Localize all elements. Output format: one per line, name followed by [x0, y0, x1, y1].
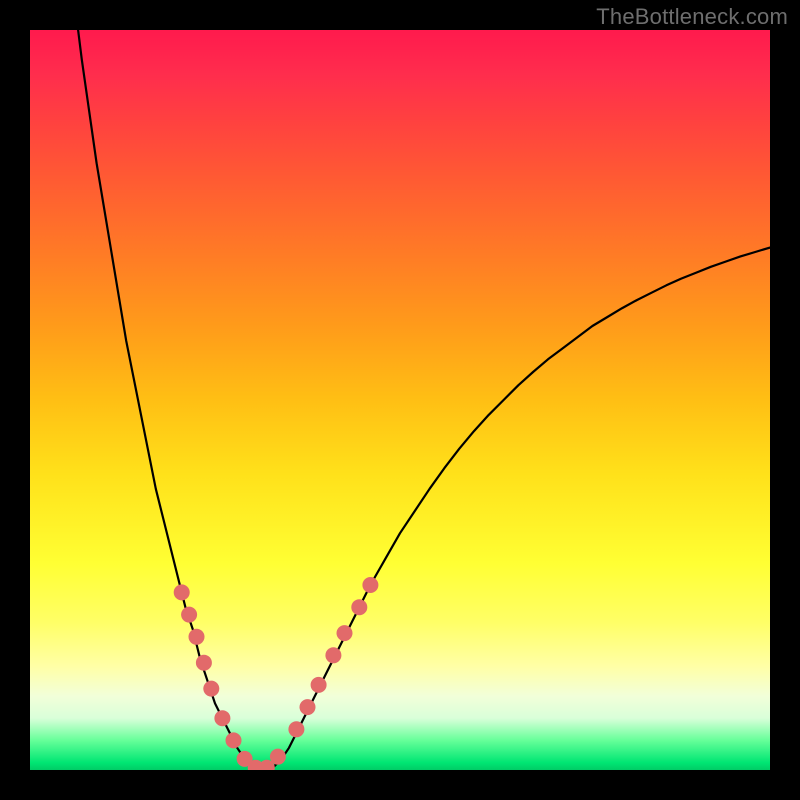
- highlight-dot: [189, 629, 205, 645]
- highlight-dot: [181, 607, 197, 623]
- highlight-dot: [325, 647, 341, 663]
- highlight-dot: [362, 577, 378, 593]
- chart-frame: TheBottleneck.com: [0, 0, 800, 800]
- highlight-dot: [300, 699, 316, 715]
- highlight-dot: [288, 721, 304, 737]
- highlight-dot: [226, 732, 242, 748]
- curve-layer: [30, 30, 770, 770]
- highlight-dot: [270, 749, 286, 765]
- highlight-dot: [203, 681, 219, 697]
- attribution-label: TheBottleneck.com: [596, 4, 788, 30]
- highlight-dot: [351, 599, 367, 615]
- highlight-dot: [337, 625, 353, 641]
- highlight-dot: [196, 655, 212, 671]
- highlight-dot: [311, 677, 327, 693]
- bottleneck-curve: [78, 30, 770, 770]
- highlight-dot: [214, 710, 230, 726]
- highlight-dot: [174, 584, 190, 600]
- plot-area: [30, 30, 770, 770]
